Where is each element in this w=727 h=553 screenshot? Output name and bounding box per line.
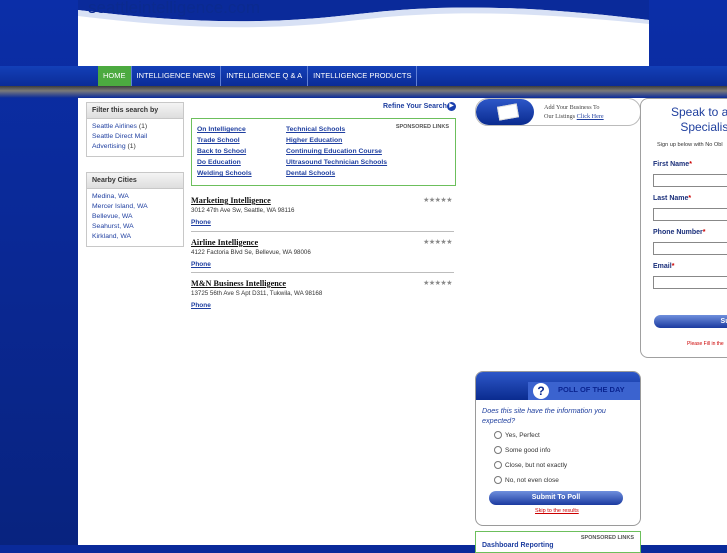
listing-address: 4122 Factoria Blvd Se, Bellevue, WA 9800… [191, 249, 311, 256]
lead-fill-note: Please Fill in the [687, 341, 724, 347]
last-name-label: Last Name* [653, 195, 692, 202]
poll-question: Does this site have the information you … [482, 406, 606, 425]
last-name-field[interactable] [653, 208, 727, 221]
add-business-text: Add Your Business To Our Listings Click … [544, 104, 604, 120]
listing-name[interactable]: Airline Intelligence [191, 238, 454, 247]
nearby-title: Nearby Cities [87, 173, 183, 189]
first-name-label: First Name* [653, 161, 692, 168]
phone-number-label: Phone Number* [653, 229, 706, 236]
listing-address: 3012 47th Ave Sw, Seattle, WA 98116 [191, 207, 295, 214]
listing-phone-link[interactable]: Phone [191, 219, 454, 226]
first-name-field[interactable] [653, 174, 727, 187]
rating-stars-icon: ★★★★★ [423, 239, 452, 246]
sponsored-tag: SPONSORED LINKS [395, 124, 449, 130]
nav-intelligence-qa[interactable]: INTELLIGENCE Q & A [221, 66, 309, 86]
listing-name[interactable]: Marketing Intelligence [191, 196, 454, 205]
radio-button[interactable] [494, 431, 502, 439]
filter-title: Filter this search by [87, 103, 183, 119]
email-label: Email* [653, 263, 675, 270]
email-field[interactable] [653, 276, 727, 289]
sponsored-links-box-2: SPONSORED LINKS Dashboard Reporting [475, 531, 641, 553]
poll-box: ? POLL OF THE DAY Does this site have th… [475, 371, 641, 526]
poll-option[interactable]: No, not even close [494, 476, 559, 484]
lead-form-subtitle: Sign up below with No Obl [657, 142, 723, 148]
listing-item: Marketing Intelligence ★★★★★ 3012 47th A… [191, 196, 454, 226]
listing-address: 13725 56th Ave S Apt D311, Tukwila, WA 9… [191, 290, 323, 297]
nav-intelligence-products[interactable]: INTELLIGENCE PRODUCTS [308, 66, 418, 86]
poll-title: POLL OF THE DAY [558, 385, 625, 394]
site-title[interactable]: seattleintelligence.com [88, 0, 260, 18]
question-mark-icon: ? [533, 383, 549, 399]
nearby-cities-box: Nearby Cities Medina, WA Mercer Island, … [86, 172, 184, 247]
nav-intelligence-news[interactable]: INTELLIGENCE NEWS [132, 66, 222, 86]
poll-submit-button[interactable]: Submit To Poll [489, 491, 623, 505]
nearby-city-link[interactable]: Kirkland, WA [92, 232, 178, 242]
sponsored-link[interactable]: On Intelligence [197, 126, 246, 133]
sponsored-links-box: SPONSORED LINKS On Intelligence Trade Sc… [191, 118, 456, 186]
lead-form: Speak to a Li Specialist Sign up below w… [640, 98, 727, 358]
nearby-city-link[interactable]: Medina, WA [92, 192, 178, 202]
radio-button[interactable] [494, 476, 502, 484]
rating-stars-icon: ★★★★★ [423, 197, 452, 204]
nav-bar-shadow [0, 86, 727, 98]
rating-stars-icon: ★★★★★ [423, 280, 452, 287]
sponsored-link[interactable]: Higher Education [286, 137, 342, 144]
lead-submit-button[interactable]: Subm [654, 315, 727, 328]
nearby-city-link[interactable]: Bellevue, WA [92, 212, 178, 222]
poll-option[interactable]: Yes, Perfect [494, 431, 540, 439]
listing-phone-link[interactable]: Phone [191, 302, 454, 309]
listing-phone-link[interactable]: Phone [191, 261, 454, 268]
listing-divider [191, 272, 454, 273]
add-business-banner[interactable]: Add Your Business To Our Listings Click … [475, 98, 641, 126]
main-nav: HOME INTELLIGENCE NEWS INTELLIGENCE Q & … [98, 66, 418, 86]
sponsored-link[interactable]: Welding Schools [197, 170, 252, 177]
sponsored-link[interactable]: Trade School [197, 137, 240, 144]
nav-home[interactable]: HOME [98, 66, 132, 86]
sponsored-link[interactable]: Continuing Education Course [286, 148, 382, 155]
refine-search-link[interactable]: Refine Your Search [383, 103, 447, 110]
sponsored-link[interactable]: Back to School [197, 148, 246, 155]
sponsored-link[interactable]: Do Education [197, 159, 241, 166]
sponsored-link[interactable]: Technical Schools [286, 126, 345, 133]
arrow-right-icon[interactable]: ▶ [447, 102, 456, 111]
listing-name[interactable]: M&N Business Intelligence [191, 279, 454, 288]
lead-form-title: Speak to a Li Specialist [670, 105, 727, 134]
nearby-city-link[interactable]: Seahurst, WA [92, 222, 178, 232]
filter-item-airlines[interactable]: Seattle Airlines (1) [92, 122, 178, 132]
listing-item: M&N Business Intelligence ★★★★★ 13725 56… [191, 279, 454, 309]
sponsored-link[interactable]: Dental Schools [286, 170, 335, 177]
nearby-city-link[interactable]: Mercer Island, WA [92, 202, 178, 212]
radio-button[interactable] [494, 446, 502, 454]
phone-number-field[interactable] [653, 242, 727, 255]
poll-skip-link[interactable]: Skip to the results [535, 508, 579, 514]
poll-option[interactable]: Some good info [494, 446, 551, 454]
listing-divider [191, 231, 454, 232]
add-business-link[interactable]: Click Here [577, 113, 604, 120]
filter-box: Filter this search by Seattle Airlines (… [86, 102, 184, 157]
radio-button[interactable] [494, 461, 502, 469]
sponsored-tag-2: SPONSORED LINKS [580, 535, 634, 541]
filter-item-direct-mail[interactable]: Seattle Direct Mail Advertising (1) [92, 132, 178, 152]
sponsored-link[interactable]: Dashboard Reporting [482, 542, 554, 549]
poll-option[interactable]: Close, but not exactly [494, 461, 567, 469]
listing-item: Airline Intelligence ★★★★★ 4122 Factoria… [191, 238, 454, 268]
sponsored-link[interactable]: Ultrasound Technician Schools [286, 159, 387, 166]
